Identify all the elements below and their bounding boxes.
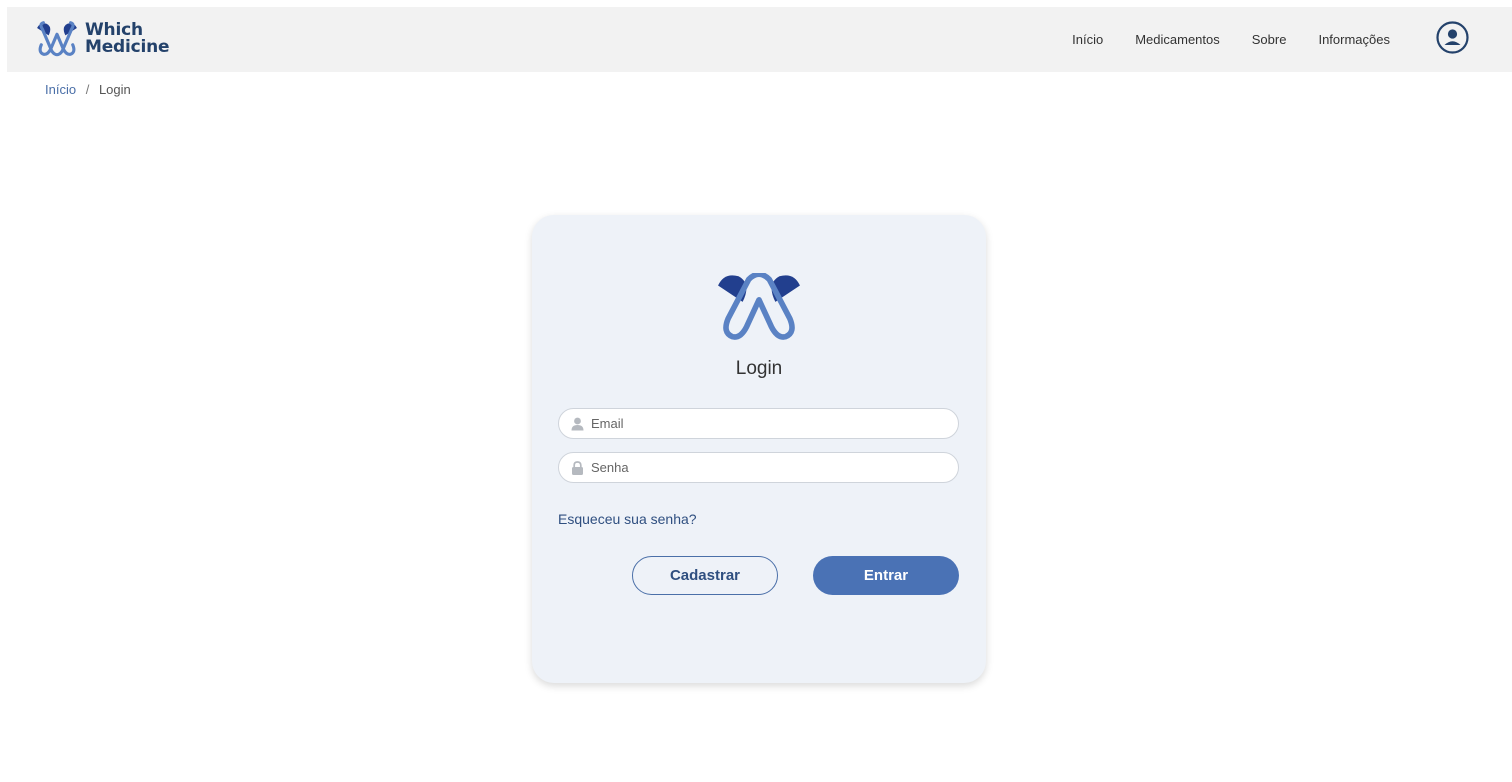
email-input[interactable]	[591, 416, 951, 431]
user-icon	[570, 416, 585, 431]
breadcrumb-home-link[interactable]: Início	[45, 82, 76, 97]
which-medicine-logo-icon	[718, 273, 800, 340]
register-button[interactable]: Cadastrar	[632, 556, 778, 595]
user-circle-icon	[1436, 21, 1469, 54]
which-medicine-logo-icon	[37, 21, 77, 57]
email-field[interactable]	[558, 408, 959, 439]
login-title: Login	[735, 358, 783, 379]
main-nav: Início Medicamentos Sobre Informações	[1040, 7, 1390, 72]
brand-logo[interactable]: Which Medicine	[35, 20, 170, 58]
password-input[interactable]	[591, 460, 951, 475]
top-navbar: Which Medicine Início Medicamentos Sobre…	[7, 7, 1512, 72]
user-account-button[interactable]	[1436, 21, 1469, 54]
lock-icon	[570, 460, 585, 475]
login-submit-button[interactable]: Entrar	[813, 556, 959, 595]
nav-link-sobre[interactable]: Sobre	[1252, 32, 1287, 47]
password-field[interactable]	[558, 452, 959, 483]
nav-link-inicio[interactable]: Início	[1072, 32, 1103, 47]
nav-link-medicamentos[interactable]: Medicamentos	[1135, 32, 1220, 47]
forgot-password-link[interactable]: Esqueceu sua senha?	[558, 511, 697, 527]
breadcrumb-separator: /	[85, 82, 90, 97]
brand-name-line2: Medicine	[85, 37, 170, 57]
nav-link-informacoes[interactable]: Informações	[1318, 32, 1390, 47]
login-card: Login Esqueceu sua senha? Cadastrar Entr…	[532, 215, 986, 683]
brand-name: Which Medicine	[85, 22, 170, 57]
breadcrumb-current: Login	[98, 82, 131, 97]
breadcrumb: Início / Login	[45, 82, 131, 97]
